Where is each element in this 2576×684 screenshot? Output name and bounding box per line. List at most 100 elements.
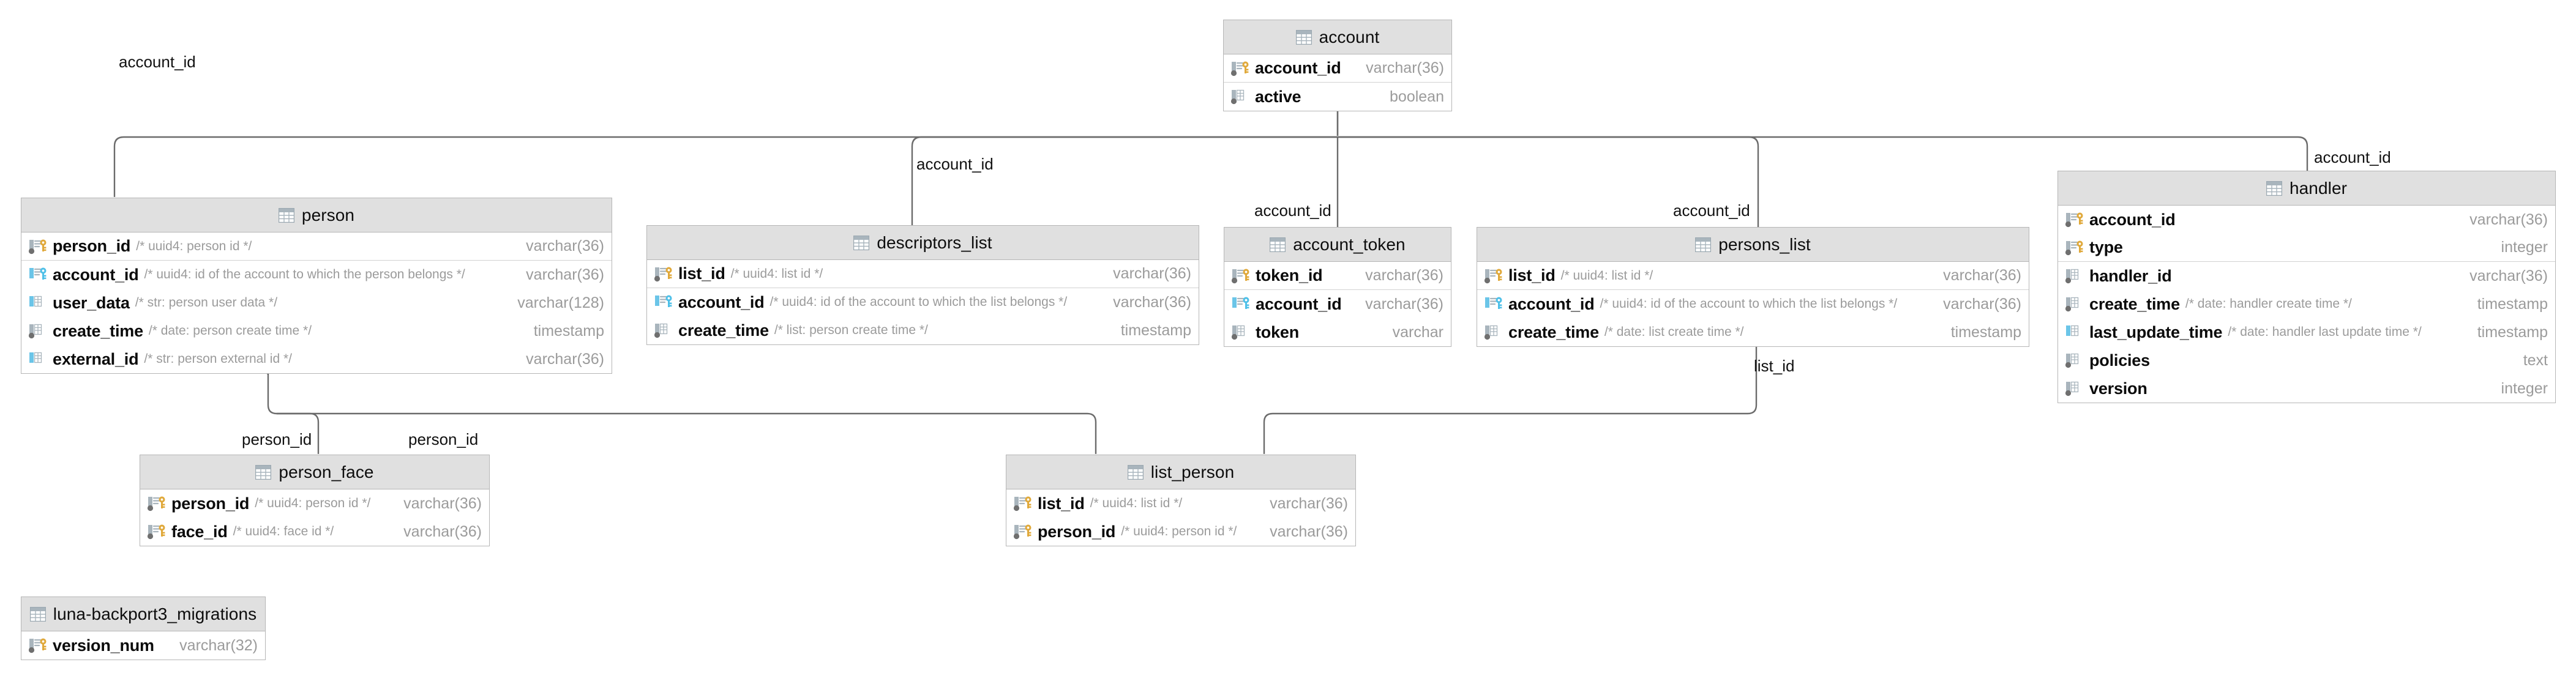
table-node-list_person[interactable]: list_person list_id /* uuid4: list id */ va… <box>1006 455 1356 546</box>
table-grid-icon <box>29 606 46 622</box>
column-row[interactable]: version integer <box>2058 374 2555 403</box>
column-row[interactable]: create_time /* date: person create time *… <box>21 317 612 345</box>
table-title: luna-backport3_migrations <box>53 604 257 623</box>
column-row[interactable]: account_id /* uuid4: id of the account to… <box>21 261 612 289</box>
edge-label-lbl-person-account: account_id <box>119 53 196 71</box>
column-row[interactable]: external_id /* str: person external id */… <box>21 345 612 373</box>
table-header-list_person[interactable]: list_person <box>1006 455 1355 489</box>
edge-label-lbl-personslist-account: account_id <box>1673 201 1750 220</box>
table-header-account[interactable]: account <box>1224 20 1451 54</box>
table-body-handler: account_id varchar(36) type integer handler_… <box>2058 206 2555 403</box>
key-icon <box>2076 240 2083 253</box>
column-row[interactable]: account_id /* uuid4: id of the account to… <box>1477 290 2029 318</box>
column-row[interactable]: create_time /* date: handler create time … <box>2058 290 2555 318</box>
column-comment: /* uuid4: face id */ <box>233 524 334 538</box>
column-type: timestamp <box>1120 321 1191 339</box>
column-type: varchar(36) <box>403 494 482 512</box>
column-comment: /* uuid4: person id */ <box>255 496 371 510</box>
column-comment: /* uuid4: id of the account to which the… <box>1600 297 1898 311</box>
edge-label-lbl-token-account: account_id <box>1254 201 1331 220</box>
column-name: create_time <box>53 321 143 340</box>
table-node-person[interactable]: person person_id /* uuid4: person id */ var… <box>21 198 612 374</box>
table-body-account_token: token_id varchar(36) account_id varchar(36)… <box>1224 262 1451 346</box>
table-node-person_face[interactable]: person_face person_id /* uuid4: person id … <box>140 455 490 546</box>
column-row[interactable]: person_id /* uuid4: person id */ varchar(3… <box>140 489 489 518</box>
column-type: integer <box>2501 239 2548 256</box>
column-name: version_num <box>53 636 154 655</box>
column-name: handler_id <box>2089 266 2172 285</box>
key-icon <box>1243 297 1249 309</box>
column-row[interactable]: create_time /* list: person create time *… <box>647 316 1199 344</box>
table-title: account_token <box>1293 234 1406 254</box>
table-title: persons_list <box>1718 234 1811 254</box>
table-grid-icon <box>1127 464 1144 480</box>
key-icon <box>2076 212 2083 225</box>
key-icon <box>159 496 165 508</box>
table-header-migrations[interactable]: luna-backport3_migrations <box>21 597 265 631</box>
column-row[interactable]: account_id varchar(36) <box>1224 54 1451 83</box>
column-row[interactable]: person_id /* uuid4: person id */ varchar(3… <box>21 232 612 261</box>
table-title: descriptors_list <box>877 232 992 252</box>
column-row[interactable]: account_id /* uuid4: id of the account to… <box>647 288 1199 316</box>
column-row[interactable]: type integer <box>2058 234 2555 262</box>
column-notnull-icon <box>2065 381 2079 396</box>
column-comment: /* uuid4: id of the account to which the… <box>769 295 1068 309</box>
column-primary-key-icon <box>28 638 47 653</box>
column-row[interactable]: face_id /* uuid4: face id */ varchar(36) <box>140 518 489 546</box>
column-row[interactable]: version_num varchar(32) <box>21 631 265 660</box>
column-name: list_id <box>1038 494 1085 513</box>
column-name: token_id <box>1256 266 1323 284</box>
edge-person-account <box>113 136 1338 197</box>
table-body-account: account_id varchar(36) active boolean <box>1224 54 1451 111</box>
column-name: version <box>2089 379 2147 398</box>
column-name: type <box>2089 238 2123 256</box>
column-notnull-icon <box>1230 89 1245 105</box>
table-body-person: person_id /* uuid4: person id */ varchar(3… <box>21 232 612 373</box>
column-row[interactable]: user_data /* str: person user data */ varc… <box>21 289 612 317</box>
column-row[interactable]: account_id varchar(36) <box>2058 206 2555 234</box>
column-row[interactable]: policies text <box>2058 346 2555 374</box>
column-type: varchar(36) <box>1943 295 2021 313</box>
table-header-person_face[interactable]: person_face <box>140 455 489 489</box>
table-node-migrations[interactable]: luna-backport3_migrations version_num varc… <box>21 597 266 660</box>
column-type: varchar(36) <box>2469 267 2548 284</box>
table-header-persons_list[interactable]: persons_list <box>1477 228 2029 262</box>
column-row[interactable]: last_update_time /* date: handler last up… <box>2058 318 2555 346</box>
key-icon <box>1242 61 1249 73</box>
column-row[interactable]: active boolean <box>1224 83 1451 111</box>
column-row[interactable]: list_id /* uuid4: list id */ varchar(36) <box>1006 489 1355 518</box>
table-title: person <box>301 205 355 225</box>
column-type: varchar(36) <box>1113 265 1191 282</box>
table-header-descriptors_list[interactable]: descriptors_list <box>647 226 1199 260</box>
table-node-descriptors_list[interactable]: descriptors_list list_id /* uuid4: list id… <box>646 225 1199 345</box>
column-row[interactable]: account_id varchar(36) <box>1224 290 1451 318</box>
table-grid-icon <box>278 207 294 223</box>
column-row[interactable]: token varchar <box>1224 318 1451 346</box>
table-header-person[interactable]: person <box>21 198 612 232</box>
column-row[interactable]: list_id /* uuid4: list id */ varchar(36) <box>647 260 1199 288</box>
column-row[interactable]: create_time /* date: list create time */ t… <box>1477 318 2029 346</box>
column-row[interactable]: token_id varchar(36) <box>1224 262 1451 290</box>
table-node-persons_list[interactable]: persons_list list_id /* uuid4: list id */ v… <box>1477 227 2029 347</box>
table-grid-icon <box>1295 29 1312 45</box>
column-foreign-key-icon <box>1485 297 1502 309</box>
table-node-handler[interactable]: handler account_id varchar(36) type integer h… <box>2057 171 2556 403</box>
key-icon <box>40 267 47 280</box>
column-primary-key-icon <box>654 267 672 281</box>
column-name: account_id <box>2089 210 2176 229</box>
column-row[interactable]: list_id /* uuid4: list id */ varchar(36) <box>1477 262 2029 290</box>
table-header-account_token[interactable]: account_token <box>1224 228 1451 262</box>
table-node-account_token[interactable]: account_token token_id varchar(36) account_… <box>1224 227 1451 347</box>
column-primary-key-icon <box>1013 496 1032 511</box>
table-body-persons_list: list_id/* uuid4: list id */varchar(36) ac… <box>1477 262 2029 346</box>
key-icon <box>40 638 47 650</box>
column-name: account_id <box>53 265 139 284</box>
column-name: user_data <box>53 293 130 312</box>
table-node-account[interactable]: account account_id varchar(36) active boolea… <box>1223 20 1452 111</box>
key-icon <box>40 239 47 251</box>
column-primary-key-icon <box>2065 240 2083 255</box>
column-row[interactable]: person_id /* uuid4: person id */ varchar(3… <box>1006 518 1355 546</box>
column-name: active <box>1255 87 1301 106</box>
table-header-handler[interactable]: handler <box>2058 171 2555 206</box>
column-row[interactable]: handler_id varchar(36) <box>2058 262 2555 290</box>
